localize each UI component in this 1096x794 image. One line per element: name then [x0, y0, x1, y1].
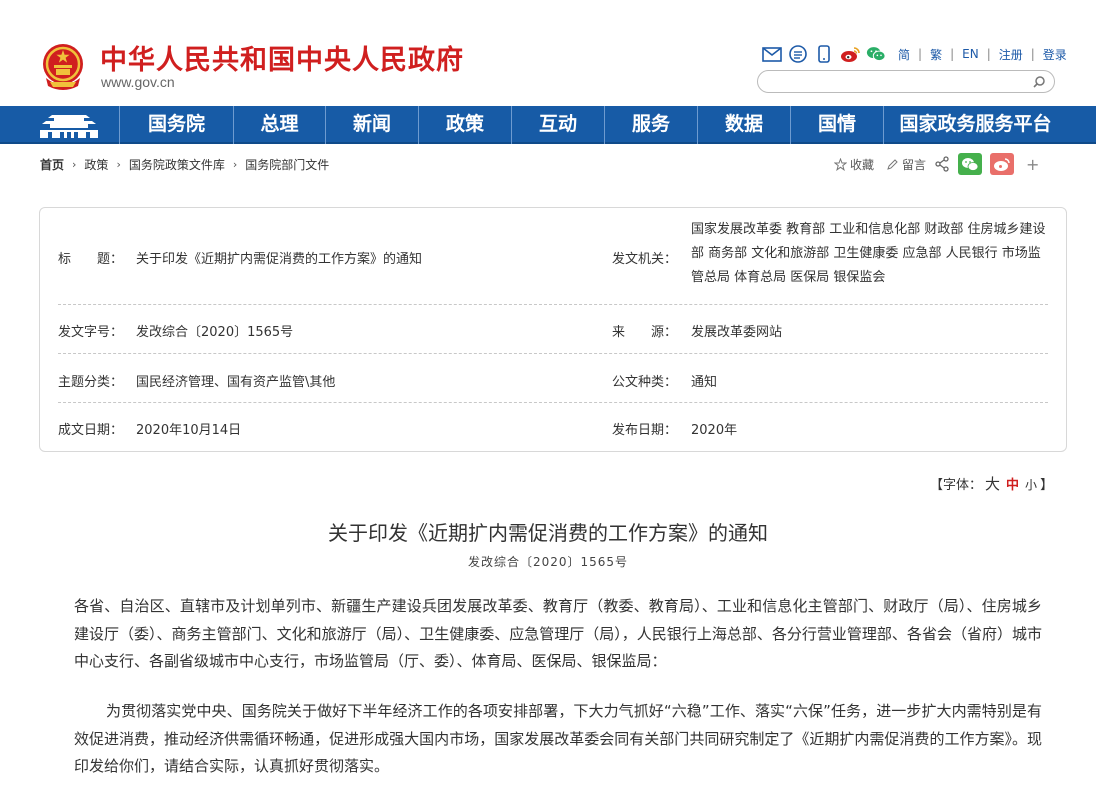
- font-size-large-button[interactable]: 大: [985, 475, 1000, 493]
- nav-item-premier[interactable]: 总理: [233, 106, 325, 144]
- info-row: 主题分类： 国民经济管理、国有资产监管\其他 公文种类： 通知: [58, 354, 1048, 403]
- nav-items: 国务院 总理 新闻 政策 互动 服务 数据 国情 国家政务服务平台: [119, 106, 1067, 144]
- site-header: 中华人民共和国中央人民政府 www.gov.cn 简 | 繁 | EN | 注册…: [0, 0, 1096, 106]
- document-info-table: 标 题： 关于印发《近期扩内需促消费的工作方案》的通知 发文机关： 国家发展改革…: [39, 207, 1067, 452]
- docno-value: 发改综合〔2020〕1565号: [136, 325, 294, 340]
- top-tools: 简 | 繁 | EN | 注册 | 登录: [762, 44, 1067, 64]
- tool-separator: |: [1030, 47, 1035, 61]
- share-weibo-button[interactable]: [990, 153, 1015, 175]
- breadcrumb-separator: ›: [232, 158, 238, 171]
- font-size-small-button[interactable]: 小: [1025, 478, 1037, 492]
- site-title[interactable]: 中华人民共和国中央人民政府: [100, 38, 464, 77]
- docno-label: 发文字号：: [58, 325, 124, 340]
- title-value: 关于印发《近期扩内需促消费的工作方案》的通知: [136, 252, 423, 267]
- wechat-icon[interactable]: [866, 45, 886, 63]
- page-tools: 收藏 留言 +: [834, 153, 1039, 175]
- weibo-icon[interactable]: [840, 45, 860, 63]
- nav-item-interaction[interactable]: 互动: [511, 106, 604, 144]
- title-label: 标 题：: [58, 252, 124, 267]
- favorite-button[interactable]: 收藏: [834, 156, 874, 173]
- nav-item-policy[interactable]: 政策: [418, 106, 511, 144]
- article-doc-number: 发改综合〔2020〕1565号: [467, 555, 629, 569]
- article-title: 关于印发《近期扩内需促消费的工作方案》的通知: [328, 521, 768, 545]
- comment-label: 留言: [902, 157, 927, 172]
- tool-separator: |: [918, 47, 923, 61]
- share-icon[interactable]: [934, 156, 950, 172]
- tool-separator: |: [950, 47, 955, 61]
- source-value: 发展改革委网站: [691, 325, 783, 340]
- type-value: 通知: [691, 375, 718, 390]
- breadcrumb-home[interactable]: 首页: [40, 156, 64, 173]
- rss-icon[interactable]: [788, 45, 808, 63]
- pencil-icon: [887, 158, 898, 170]
- share-wechat-button[interactable]: [958, 153, 983, 175]
- lang-simplified-link[interactable]: 简: [898, 46, 910, 63]
- type-label: 公文种类：: [612, 375, 678, 390]
- article-paragraph: 各省、自治区、直辖市及计划单列市、新疆生产建设兵团发展改革委、教育厅（教委、教育…: [74, 597, 1042, 670]
- date-label: 成文日期：: [58, 423, 124, 438]
- star-icon: [834, 157, 847, 171]
- mobile-icon[interactable]: [814, 45, 834, 63]
- info-row: 发文字号： 发改综合〔2020〕1565号 来 源： 发展改革委网站: [58, 305, 1048, 354]
- weibo-icon: [994, 157, 1010, 171]
- info-row: 成文日期： 2020年10月14日 发布日期： 2020年: [58, 403, 1048, 452]
- breadcrumb-item-dept-docs[interactable]: 国务院部门文件: [245, 156, 329, 173]
- national-emblem-icon[interactable]: [40, 42, 86, 90]
- article-paragraph: 为贯彻落实党中央、国务院关于做好下半年经济工作的各项安排部署，下大力气抓好“六稳…: [74, 702, 1042, 775]
- date-value: 2020年10月14日: [136, 423, 242, 438]
- tiananmen-icon[interactable]: [38, 110, 100, 140]
- breadcrumb: 首页 › 政策 › 国务院政策文件库 › 国务院部门文件: [40, 156, 329, 173]
- favorite-label: 收藏: [850, 157, 875, 172]
- font-size-close: 】: [1040, 478, 1054, 493]
- site-url[interactable]: www.gov.cn: [101, 74, 175, 90]
- info-row: 标 题： 关于印发《近期扩内需促消费的工作方案》的通知 发文机关： 国家发展改革…: [58, 208, 1048, 305]
- breadcrumb-item-policy-library[interactable]: 国务院政策文件库: [129, 156, 225, 173]
- breadcrumb-separator: ›: [72, 158, 77, 171]
- search-input[interactable]: [768, 74, 1028, 89]
- more-share-button[interactable]: +: [1026, 155, 1039, 174]
- issuer-label: 发文机关：: [612, 252, 678, 267]
- mail-icon[interactable]: [762, 45, 782, 63]
- topic-value: 国民经济管理、国有资产监管\其他: [136, 375, 336, 390]
- source-label: 来 源：: [612, 325, 678, 340]
- main-nav: 国务院 总理 新闻 政策 互动 服务 数据 国情 国家政务服务平台: [0, 106, 1096, 144]
- nav-item-data[interactable]: 数据: [697, 106, 790, 144]
- breadcrumb-item-policy[interactable]: 政策: [84, 156, 108, 173]
- tool-separator: |: [986, 47, 991, 61]
- search-box: [757, 70, 1055, 93]
- topic-label: 主题分类：: [58, 375, 124, 390]
- font-size-medium-button[interactable]: 中: [1006, 478, 1019, 493]
- font-size-switcher: 【字体：大中小】: [930, 473, 1053, 494]
- nav-item-services[interactable]: 服务: [604, 106, 697, 144]
- breadcrumb-separator: ›: [116, 158, 121, 171]
- font-size-open: 【字体：: [930, 478, 983, 493]
- comment-button[interactable]: 留言: [886, 156, 926, 173]
- publish-date-value: 2020年: [691, 423, 738, 438]
- lang-traditional-link[interactable]: 繁: [930, 46, 942, 63]
- nav-item-gov-service-platform[interactable]: 国家政务服务平台: [883, 106, 1067, 144]
- register-link[interactable]: 注册: [999, 46, 1023, 63]
- search-icon[interactable]: [1032, 75, 1046, 89]
- publish-date-label: 发布日期：: [612, 423, 678, 438]
- nav-item-national-info[interactable]: 国情: [790, 106, 883, 144]
- wechat-icon: [962, 157, 979, 171]
- nav-item-news[interactable]: 新闻: [325, 106, 418, 144]
- nav-item-state-council[interactable]: 国务院: [119, 106, 233, 144]
- login-link[interactable]: 登录: [1043, 46, 1067, 63]
- issuer-value: 国家发展改革委 教育部 工业和信息化部 财政部 住房城乡建设部 商务部 文化和旅…: [691, 222, 1046, 285]
- lang-english-link[interactable]: EN: [962, 47, 979, 61]
